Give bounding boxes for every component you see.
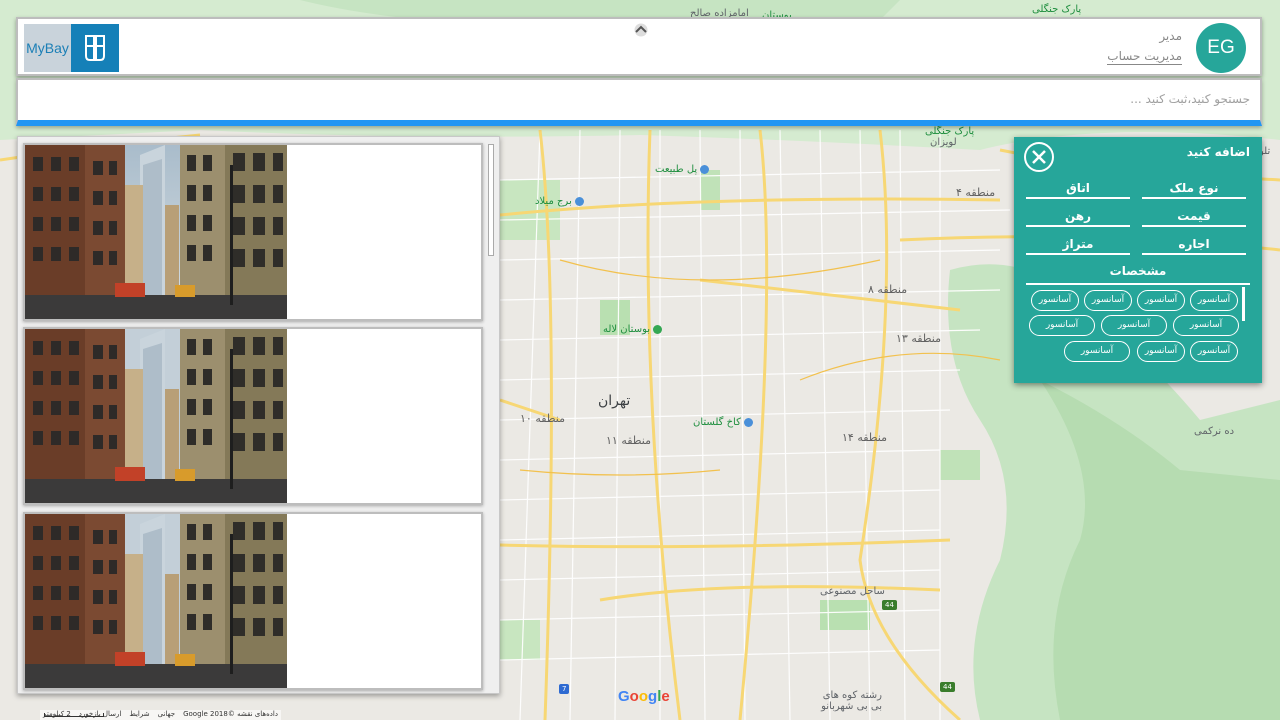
map-label-bibi-shahrbanu: رشته کوه های بی بی شهربانو [821,690,882,712]
feature-chip-elevator[interactable]: آسانسور [1190,341,1238,362]
chevron-up-icon [634,23,648,37]
feature-chip-elevator[interactable]: آسانسور [1029,315,1095,336]
logo-mark-icon [71,24,119,72]
feature-chip-elevator[interactable]: آسانسور [1137,290,1185,311]
chips-scrollbar[interactable] [1242,287,1245,321]
map-label-sahel: ساحل مصنوعی [820,586,885,597]
features-divider [1026,283,1250,285]
search-bar [16,78,1262,126]
highway-shield: 7 [559,684,570,694]
filter-title: اضافه کنید [1186,145,1250,159]
map-label-lavizan: لویزان [930,137,957,148]
map-label-district-14: منطقه ۱۴ [842,431,888,444]
listing-card[interactable] [23,143,483,321]
app-header: MyBay EG مدیر مدیریت حساب [16,17,1262,76]
google-logo-letter: o [629,688,639,705]
google-logo-letter: e [661,688,670,705]
logo-glyph [85,35,105,61]
park-icon [653,324,663,334]
collapse-header-icon[interactable] [632,23,650,37]
map-label-district-10: منطقه ۱۰ [520,412,566,425]
map-label-district-13: منطقه ۱۳ [896,332,942,345]
map-label-park-jangali: پارک جنگلی [925,126,975,137]
listing-image [25,145,287,319]
city-street-photo [25,145,287,319]
feature-chip-elevator[interactable]: آسانسور [1101,315,1167,336]
listing-panel [17,136,500,694]
filter-panel: اضافه کنید نوع ملک اتاق قیمت رهن اجاره م… [1014,137,1262,383]
map-label-district-8: منطقه ۸ [868,283,908,296]
google-logo: Google [618,688,670,705]
highway-shield: 44 [882,600,897,610]
city-street-photo [25,329,287,503]
feature-chip-elevator[interactable]: آسانسور [1084,290,1132,311]
map-label-milad: برج میلاد [535,196,584,207]
manage-account-link[interactable]: مدیریت حساب [1107,49,1182,65]
search-input[interactable] [24,86,1250,112]
feature-chip-elevator[interactable]: آسانسور [1190,290,1238,311]
filter-property-type[interactable]: نوع ملک [1142,177,1246,199]
landmark-icon [700,164,710,174]
features-label: مشخصات [1109,264,1167,278]
listing-card[interactable] [23,327,483,505]
highway-shield: 44 [940,682,955,692]
feature-chip-elevator[interactable]: آسانسور [1031,290,1079,311]
user-avatar[interactable]: EG [1196,23,1246,73]
map-label-tehran: تهران [598,393,631,409]
listing-scrollbar[interactable] [488,144,494,256]
map-scale-bar [44,713,104,717]
listing-image [25,514,287,688]
user-role: مدیر [1159,29,1182,43]
map-label-district-11: منطقه ۱۱ [606,434,652,447]
filter-price[interactable]: قیمت [1142,205,1246,227]
map-label-pol-tabiat: پل طبیعت [655,164,710,175]
listing-card[interactable] [23,512,483,690]
park-laleh-text: بوستان لاله [603,324,651,335]
logo-text: MyBay [24,24,71,72]
map-label-park-top: پارک جنگلی [1032,4,1082,15]
city-street-photo [25,514,287,688]
close-button[interactable] [1024,142,1054,172]
map-terms-link[interactable]: شرایط [129,710,149,720]
google-logo-letter: g [648,688,658,705]
landmark-icon [743,417,753,427]
filter-area[interactable]: متراژ [1026,233,1130,255]
filter-room[interactable]: اتاق [1026,177,1130,199]
pol-tabiat-text: پل طبیعت [655,164,698,175]
milad-text: برج میلاد [535,196,572,207]
filter-rent[interactable]: اجاره [1142,233,1246,255]
map-label-golestan: کاخ گلستان [693,417,753,428]
feature-chip-elevator[interactable]: آسانسور [1064,341,1130,362]
app-logo[interactable]: MyBay [24,24,119,72]
close-icon [1032,150,1046,164]
map-label-park-laleh: بوستان لاله [603,324,663,335]
golestan-text: کاخ گلستان [693,417,741,428]
map-data-credit: داده‌های نقشه ©2018 Google [183,710,278,718]
google-logo-letter: G [618,688,630,705]
google-logo-letter: o [638,688,649,705]
map-label-deh-narkami: ده نرکمی [1194,426,1235,437]
map-label-district-4: منطقه ۴ [956,186,996,199]
listing-image [25,329,287,503]
filter-mortgage[interactable]: رهن [1026,205,1130,227]
feature-chip-elevator[interactable]: آسانسور [1137,341,1185,362]
feature-chip-elevator[interactable]: آسانسور [1173,315,1239,336]
landmark-icon [574,196,584,206]
map-global-link[interactable]: جهانی [158,710,175,720]
